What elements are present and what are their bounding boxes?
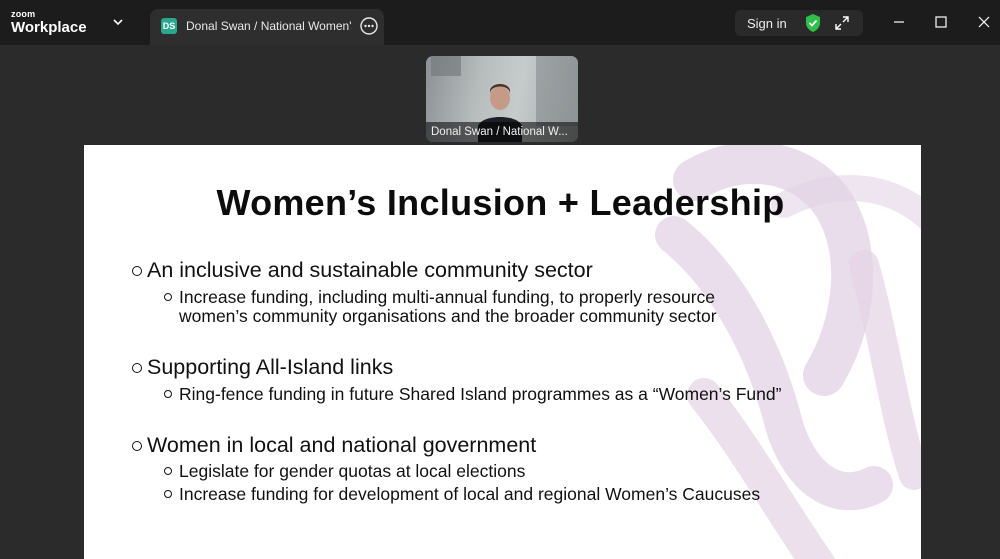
participant-name: Donal Swan / National W... <box>426 122 578 142</box>
bullet-marker <box>164 490 172 498</box>
close-icon[interactable] <box>976 14 992 30</box>
bullet-heading: An inclusive and sustainable community s… <box>132 258 593 283</box>
meeting-tab[interactable]: DS Donal Swan / National Women's Council <box>150 9 384 45</box>
bullet-marker <box>132 363 142 373</box>
brand-large: Workplace <box>11 19 87 36</box>
bullet-marker <box>164 293 172 301</box>
title-bar: zoom Workplace DS Donal Swan / National … <box>0 0 1000 45</box>
expand-icon[interactable] <box>834 15 850 31</box>
bullet-marker <box>164 390 172 398</box>
bullet-heading: Women in local and national government <box>132 433 536 458</box>
bullet-marker <box>132 266 142 276</box>
shield-check-icon[interactable] <box>804 13 822 33</box>
bullet-marker <box>132 441 142 451</box>
bullet-item: Increase funding, including multi-annual… <box>164 287 715 308</box>
bullet-item: Legislate for gender quotas at local ele… <box>164 461 525 482</box>
tab-avatar: DS <box>161 18 177 34</box>
chevron-down-icon[interactable] <box>110 14 126 30</box>
participant-video[interactable]: Donal Swan / National W... <box>426 56 578 142</box>
more-options-icon[interactable] <box>359 16 379 36</box>
brand-small: zoom <box>11 9 36 19</box>
maximize-icon[interactable] <box>933 14 949 30</box>
sign-in-button[interactable]: Sign in <box>747 16 787 31</box>
bullet-item: Ring-fence funding in future Shared Isla… <box>164 384 781 405</box>
bullet-heading: Supporting All-Island links <box>132 355 393 380</box>
shared-slide: Women’s Inclusion + Leadership An inclus… <box>84 145 921 559</box>
bullet-item-continuation: women’s community organisations and the … <box>179 306 717 326</box>
tab-title: Donal Swan / National Women's Council <box>186 19 352 33</box>
zoom-logo: zoom Workplace <box>11 9 87 36</box>
sign-in-group: Sign in <box>735 10 863 36</box>
bullet-item: Increase funding for development of loca… <box>164 484 760 505</box>
slide-title: Women’s Inclusion + Leadership <box>216 182 785 223</box>
minimize-icon[interactable] <box>891 14 907 30</box>
bullet-marker <box>164 467 172 475</box>
